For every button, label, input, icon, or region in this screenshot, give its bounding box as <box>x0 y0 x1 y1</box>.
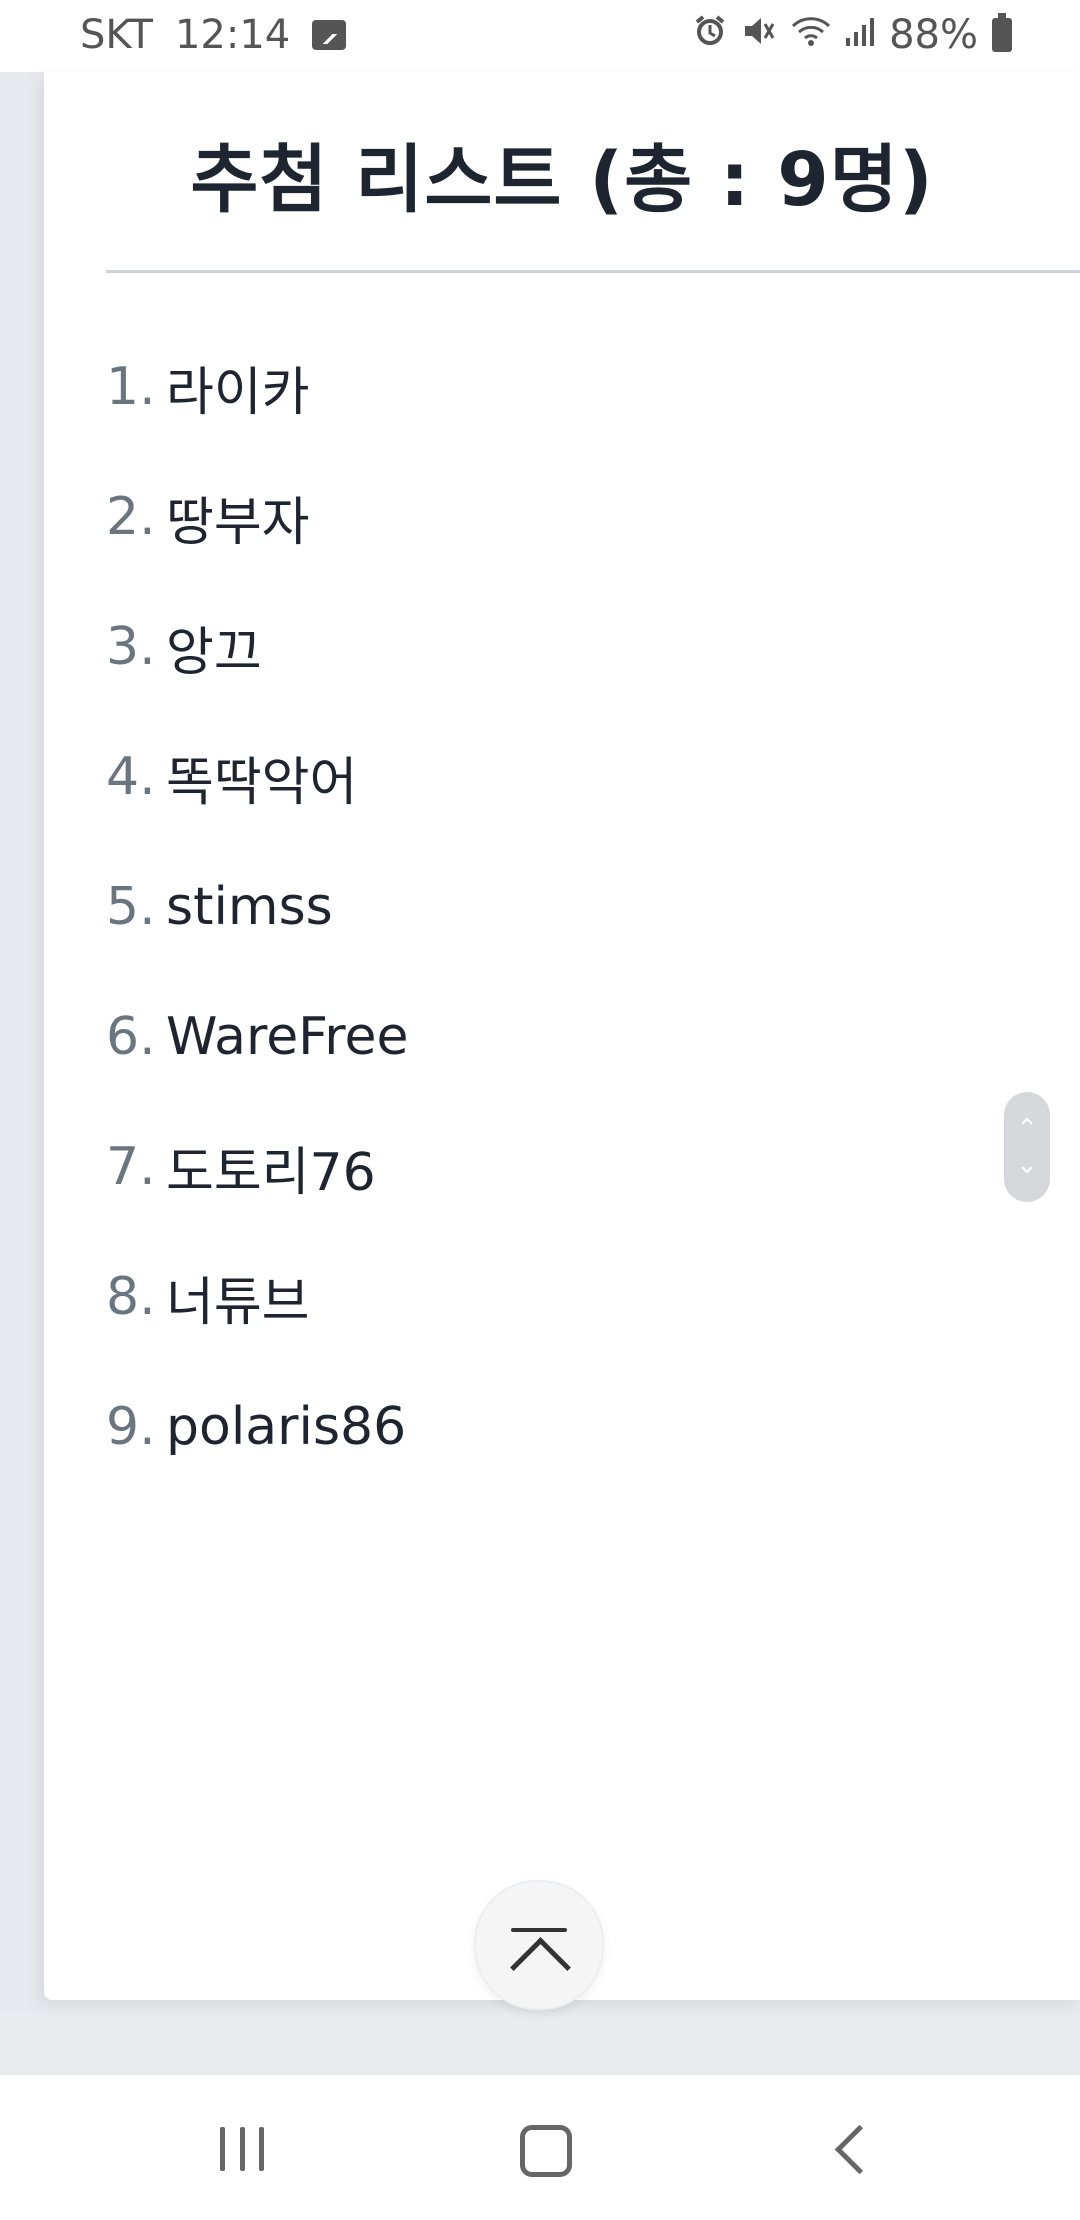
scroll-to-top-icon <box>511 1928 567 1932</box>
list-item-number: 6. <box>106 1007 156 1067</box>
list-item-number: 8. <box>106 1267 156 1327</box>
battery-icon <box>992 13 1012 52</box>
list-item-number: 7. <box>106 1137 156 1197</box>
home-icon[interactable] <box>520 2125 572 2177</box>
list-item-number: 1. <box>106 357 156 417</box>
list-item: 4. 똑딱악어 <box>106 712 409 842</box>
list-item: 3. 앙끄 <box>106 582 409 712</box>
list-item-number: 5. <box>106 877 156 937</box>
list-item-number: 3. <box>106 617 156 677</box>
mute-icon <box>741 12 777 58</box>
scroll-widget[interactable]: ⌃ ⌄ <box>1004 1092 1050 1202</box>
list-item-name: stimss <box>166 877 333 937</box>
list-item-name: 땅부자 <box>166 492 310 553</box>
list-item-name: 앙끄 <box>166 622 262 683</box>
carrier-label: SKT <box>80 12 153 58</box>
list-item-number: 2. <box>106 487 156 547</box>
list-item: 7. 도토리76 <box>106 1102 409 1232</box>
wifi-icon <box>791 12 831 58</box>
title-divider <box>106 270 1080 273</box>
navigation-bar <box>0 2075 1080 2220</box>
page-title: 추첨 리스트 (총 : 9명) <box>190 137 934 223</box>
signal-icon <box>845 12 875 58</box>
list-item: 8. 너튜브 <box>106 1232 409 1362</box>
list-item-name: 라이카 <box>166 362 310 423</box>
battery-percent: 88% <box>889 12 978 58</box>
list-item: 1. 라이카 <box>106 322 409 452</box>
image-icon <box>312 20 347 50</box>
list-item-name: 도토리76 <box>166 1142 376 1203</box>
list-item-name: 너튜브 <box>166 1272 310 1333</box>
back-icon[interactable] <box>834 2124 885 2175</box>
list-item: 9. polaris86 <box>106 1362 409 1492</box>
alarm-icon <box>693 12 727 58</box>
list-item-number: 9. <box>106 1397 156 1457</box>
list-item-name: polaris86 <box>166 1397 407 1457</box>
status-right: 88% <box>693 12 1012 58</box>
list-item-name: WareFree <box>166 1007 409 1067</box>
list-item-number: 4. <box>106 747 156 807</box>
list-item: 2. 땅부자 <box>106 452 409 582</box>
winner-list: 1. 라이카 2. 땅부자 3. 앙끄 4. 똑딱악어 5. stimss 6. WareF… <box>106 322 409 1492</box>
chevron-up-icon[interactable]: ⌃ <box>1016 1116 1038 1142</box>
scroll-to-top-button[interactable] <box>474 1880 604 2010</box>
chevron-down-icon[interactable]: ⌄ <box>1016 1152 1038 1178</box>
recents-icon[interactable] <box>220 2127 264 2171</box>
status-bar: SKT 12:14 88% <box>0 0 1080 72</box>
clock: 12:14 <box>174 12 291 58</box>
background-page <box>0 72 44 2012</box>
list-item-name: 똑딱악어 <box>166 752 358 813</box>
list-item: 5. stimss <box>106 842 409 972</box>
status-left: SKT 12:14 <box>80 12 347 58</box>
list-item: 6. WareFree <box>106 972 409 1102</box>
winner-list-card: 추첨 리스트 (총 : 9명) 1. 라이카 2. 땅부자 3. 앙끄 4. 똑딱악어 … <box>44 72 1080 2010</box>
chevron-up-icon <box>510 1937 571 1998</box>
